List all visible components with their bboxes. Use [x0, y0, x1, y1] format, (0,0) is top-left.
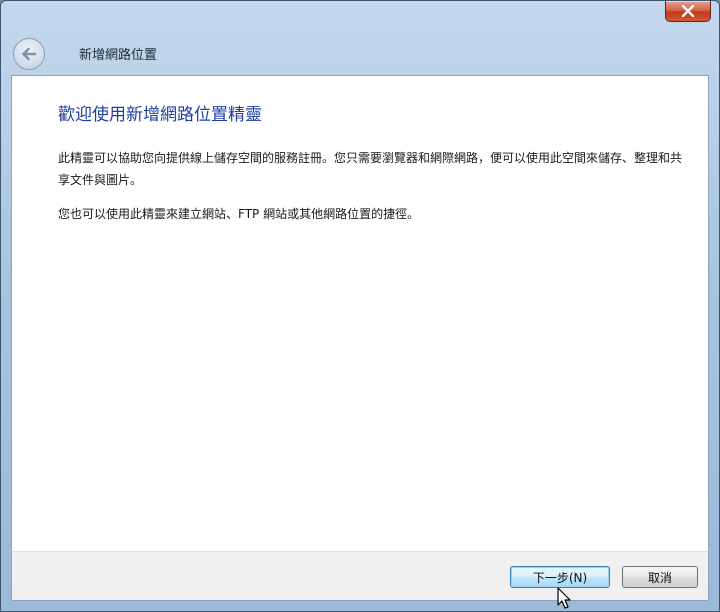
next-button[interactable]: 下一步(N) [510, 566, 610, 588]
button-bar: 下一步(N) 取消 [11, 551, 709, 601]
wizard-title: 新增網路位置 [79, 48, 158, 63]
back-arrow-icon [22, 47, 37, 61]
close-icon [681, 5, 695, 17]
content-panel: 歡迎使用新增網路位置精靈 此精靈可以協助您向提供線上儲存空間的服務註冊。您只需要… [11, 75, 709, 553]
mouse-cursor-icon [557, 587, 571, 609]
close-button[interactable] [665, 1, 711, 22]
wizard-window: 新增網路位置 歡迎使用新增網路位置精靈 此精靈可以協助您向提供線上儲存空間的服務… [0, 0, 720, 612]
back-button[interactable] [13, 38, 45, 70]
welcome-heading: 歡迎使用新增網路位置精靈 [58, 105, 262, 125]
cancel-button[interactable]: 取消 [622, 566, 698, 588]
intro-paragraph: 此精靈可以協助您向提供線上儲存空間的服務註冊。您只需要瀏覽器和網際網路，便可以使… [58, 151, 683, 187]
shortcut-paragraph: 您也可以使用此精靈來建立網站、FTP 網站或其他網路位置的捷徑。 [58, 207, 420, 221]
